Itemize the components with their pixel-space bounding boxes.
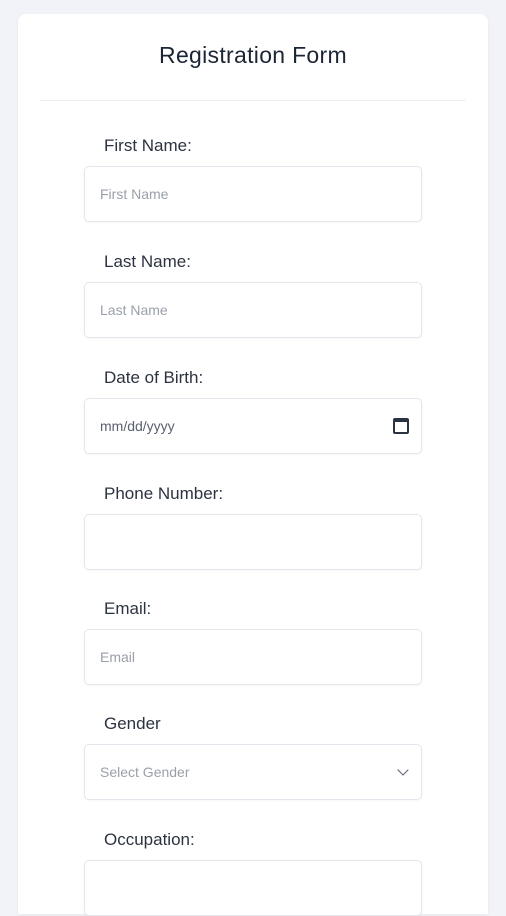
title-divider <box>40 100 466 101</box>
calendar-icon[interactable] <box>393 418 409 434</box>
phone-field: Phone Number: <box>84 484 422 570</box>
email-placeholder: Email <box>100 649 136 665</box>
last-name-input[interactable]: Last Name <box>84 282 422 338</box>
form-title: Registration Form <box>159 42 347 68</box>
dob-input[interactable]: mm/dd/yyyy <box>84 398 422 454</box>
first-name-input[interactable]: First Name <box>84 166 422 222</box>
chevron-down-icon <box>397 764 409 776</box>
dob-label: Date of Birth: <box>104 368 204 387</box>
phone-label: Phone Number: <box>104 484 224 503</box>
first-name-placeholder: First Name <box>100 186 169 202</box>
phone-input[interactable] <box>84 514 422 570</box>
registration-card: Registration Form First Name: First Name… <box>18 14 488 916</box>
gender-placeholder: Select Gender <box>100 764 190 780</box>
gender-label: Gender <box>104 714 161 733</box>
occupation-field: Occupation: <box>84 830 422 916</box>
dob-placeholder: mm/dd/yyyy <box>100 418 175 434</box>
first-name-label: First Name: <box>104 136 192 155</box>
last-name-field: Last Name: Last Name <box>84 252 422 338</box>
gender-field: Gender Select Gender <box>84 714 422 800</box>
email-label: Email: <box>104 599 152 618</box>
last-name-placeholder: Last Name <box>100 302 168 318</box>
occupation-label: Occupation: <box>104 830 195 849</box>
dob-field: Date of Birth: mm/dd/yyyy <box>84 368 422 454</box>
occupation-input[interactable] <box>84 860 422 916</box>
gender-select[interactable]: Select Gender <box>84 744 422 800</box>
email-field: Email: Email <box>84 599 422 685</box>
email-input[interactable]: Email <box>84 629 422 685</box>
last-name-label: Last Name: <box>104 252 191 271</box>
first-name-field: First Name: First Name <box>84 136 422 222</box>
